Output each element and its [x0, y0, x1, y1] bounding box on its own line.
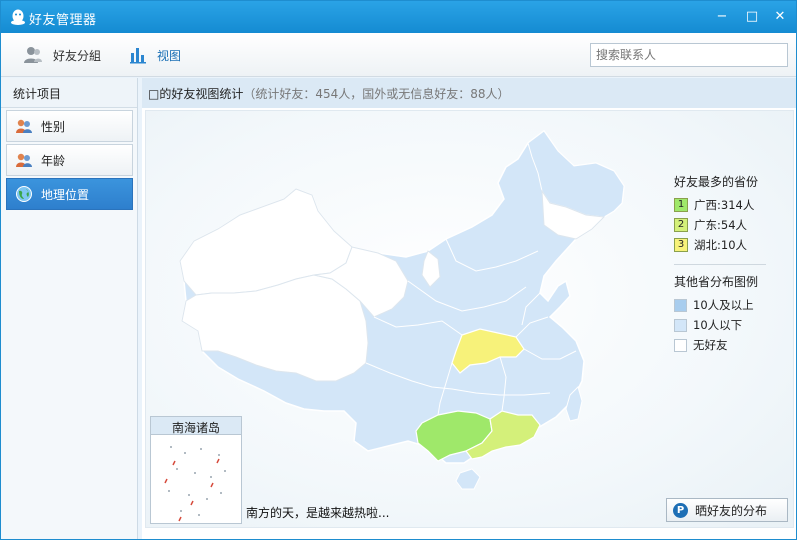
legend-other-text: 10人以下 — [693, 318, 743, 332]
minimize-button[interactable]: − — [712, 7, 732, 27]
sidebar-item-location[interactable]: 地理位置 — [6, 178, 133, 210]
legend-swatch — [674, 318, 687, 332]
legend-other-row: 10人以下 — [674, 315, 789, 335]
legend-other-title: 其他省分布图例 — [674, 275, 759, 289]
sidebar-item-label: 年龄 — [41, 153, 66, 168]
window-title: 好友管理器 — [29, 13, 97, 28]
map-region-hainan — [455, 468, 481, 490]
map-caption: 南方的天，是越来越热啦... — [246, 506, 390, 520]
user-group-icon — [24, 47, 42, 63]
inset-islands-map — [164, 446, 226, 522]
rank-badge: 1 — [674, 198, 688, 212]
share-label: 晒好友的分布 — [695, 503, 768, 518]
inset-title: 南海诸岛 — [151, 417, 241, 435]
sidebar-item-label: 性别 — [41, 119, 66, 134]
legend-other-row: 10人及以上 — [674, 295, 789, 315]
people-icon — [16, 153, 32, 167]
legend-top-text: 广西:314人 — [694, 198, 755, 212]
close-button[interactable]: ✕ — [770, 7, 790, 27]
sidebar: 统计项目 性别 年龄 地理位置 — [1, 78, 138, 539]
view-label: 视图 — [157, 48, 182, 63]
rank-badge: 3 — [674, 238, 688, 252]
bar-chart-icon — [130, 48, 146, 64]
sidebar-item-age[interactable]: 年龄 — [6, 144, 133, 176]
sidebar-header: 统计项目 — [1, 78, 137, 108]
friend-groups-button[interactable]: 好友分組 — [23, 43, 101, 67]
legend-other-text: 无好友 — [693, 338, 728, 352]
friend-manager-window: 好友管理器 − □ ✕ 好友分組 视图 统计项目 — [0, 0, 797, 540]
sidebar-item-label: 地理位置 — [41, 187, 90, 202]
sidebar-item-gender[interactable]: 性别 — [6, 110, 133, 142]
china-map-panel: 好友最多的省份 1 广西:314人 2 广东:54人 3 湖北:10人 其他省分… — [145, 110, 794, 528]
legend-top-row: 1 广西:314人 — [674, 195, 789, 215]
legend-top-title: 好友最多的省份 — [674, 175, 759, 189]
friend-groups-label: 好友分組 — [53, 48, 102, 63]
map-legend: 好友最多的省份 1 广西:314人 2 广东:54人 3 湖北:10人 其他省分… — [674, 173, 789, 355]
legend-top-row: 2 广东:54人 — [674, 215, 789, 235]
share-p-icon: P — [673, 502, 688, 518]
share-distribution-button[interactable]: P 晒好友的分布 — [666, 498, 788, 522]
legend-swatch — [674, 338, 687, 352]
search-input[interactable] — [590, 43, 788, 67]
legend-swatch — [674, 298, 687, 312]
people-icon — [16, 119, 32, 133]
stats-title: □的好友视图统计（统计好友：454人，国外或无信息好友：88人） — [142, 78, 796, 108]
toolbar: 好友分組 视图 — [1, 33, 796, 77]
legend-other-text: 10人及以上 — [693, 298, 754, 312]
view-button[interactable]: 视图 — [129, 43, 181, 67]
legend-top-text: 湖北:10人 — [694, 238, 748, 252]
legend-other-row: 无好友 — [674, 335, 789, 355]
globe-icon — [16, 186, 32, 202]
legend-divider — [674, 264, 766, 265]
main-panel: □的好友视图统计（统计好友：454人，国外或无信息好友：88人） 好友最多的省份… — [142, 78, 796, 539]
legend-top-row: 3 湖北:10人 — [674, 235, 789, 255]
maximize-button[interactable]: □ — [742, 7, 762, 27]
stats-title-prefix: □的好友视图统计 — [148, 87, 244, 101]
rank-badge: 2 — [674, 218, 688, 232]
qq-penguin-icon — [11, 9, 25, 25]
stats-summary: （统计好友：454人，国外或无信息好友：88人） — [243, 87, 510, 101]
south-china-sea-inset: 南海诸岛 — [150, 416, 242, 524]
title-bar: 好友管理器 − □ ✕ — [1, 1, 796, 33]
legend-top-text: 广东:54人 — [694, 218, 748, 232]
